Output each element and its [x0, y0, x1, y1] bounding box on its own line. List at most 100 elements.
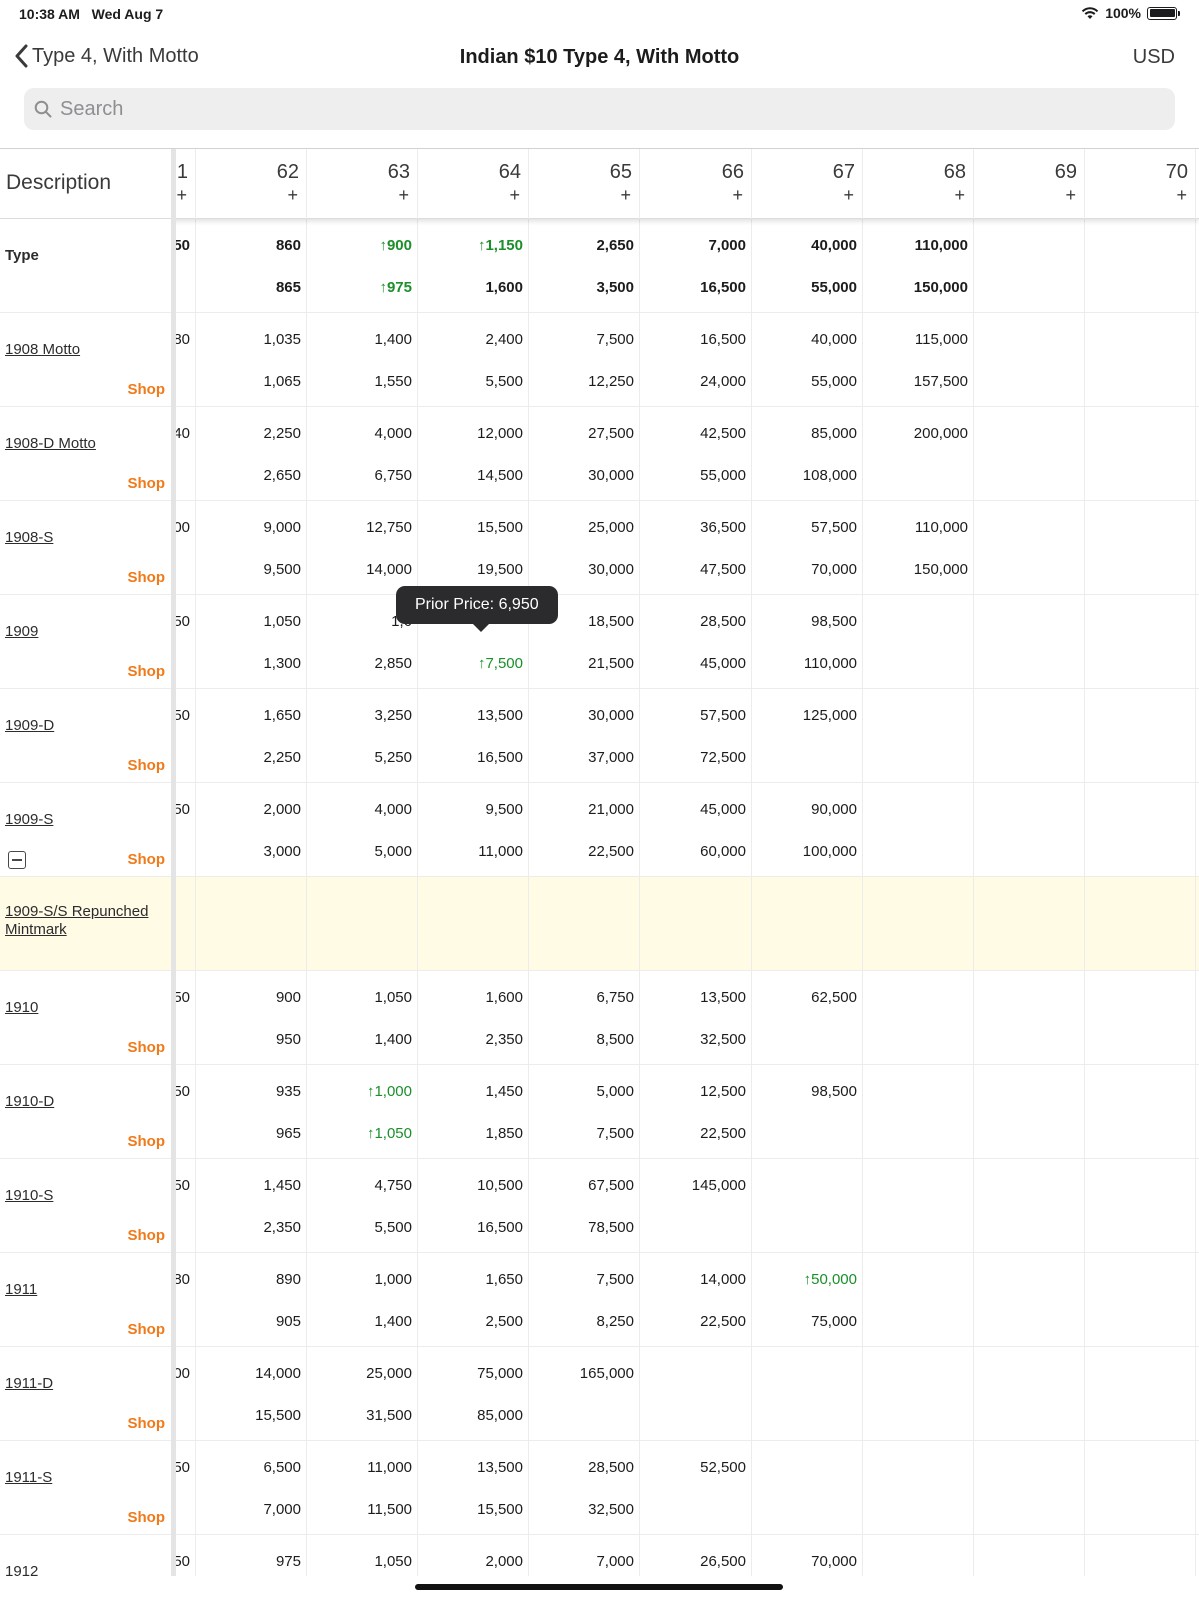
price-cell[interactable]: 890 905 — [196, 1253, 307, 1347]
price-cell[interactable] — [1085, 1253, 1196, 1347]
coin-variety-link[interactable]: 1909-D — [5, 717, 170, 735]
add-grade-button[interactable]: + — [732, 185, 743, 206]
price-cell[interactable] — [974, 313, 1085, 407]
price-value-high[interactable]: 45,000 — [700, 655, 746, 672]
price-cell[interactable] — [863, 971, 974, 1065]
shop-link[interactable]: Shop — [128, 1227, 166, 1244]
price-value-high[interactable]: 32,500 — [588, 1501, 634, 1518]
price-value-low[interactable]: 7,000 — [596, 1553, 634, 1570]
price-cell[interactable]: 1,050 1,300 — [196, 595, 307, 689]
price-cell[interactable]: 5,000 7,500 — [529, 1065, 640, 1159]
price-cell[interactable]: 52,500 — [640, 1441, 752, 1535]
price-value-low[interactable]: 12,750 — [366, 519, 412, 536]
price-cell[interactable]: 975 — [196, 1535, 307, 1576]
price-value-low[interactable]: 4,750 — [374, 1177, 412, 1194]
price-cell[interactable] — [863, 1159, 974, 1253]
price-value-high[interactable]: 85,000 — [477, 1407, 523, 1424]
price-value-high[interactable]: 19,500 — [477, 561, 523, 578]
price-value-low[interactable]: 145,000 — [692, 1177, 746, 1194]
price-value-high[interactable]: ↑975 — [379, 279, 412, 296]
price-value-high[interactable]: 37,000 — [588, 749, 634, 766]
price-value-low[interactable]: 900 — [276, 989, 301, 1006]
price-value-high[interactable]: 55,000 — [811, 279, 857, 296]
price-cell[interactable]: 4,000 6,750 — [307, 407, 418, 501]
price-value-low[interactable]: 28,500 — [588, 1459, 634, 1476]
price-value-low[interactable]: 2,250 — [263, 425, 301, 442]
price-value-high[interactable]: 11,500 — [367, 1501, 412, 1518]
price-value-low[interactable]: 125,000 — [803, 707, 857, 724]
price-value-low[interactable]: 40,000 — [811, 331, 857, 348]
price-cell[interactable]: 42,500 55,000 — [640, 407, 752, 501]
price-value-low[interactable]: 57,500 — [700, 707, 746, 724]
price-value-low[interactable]: 7,000 — [708, 237, 746, 254]
price-value-high[interactable]: 3,000 — [263, 843, 301, 860]
price-cell[interactable]: 165,000 — [529, 1347, 640, 1441]
price-cell[interactable]: 4,000 5,000 — [307, 783, 418, 877]
price-cell[interactable]: 28,500 45,000 — [640, 595, 752, 689]
price-value-high[interactable]: 2,350 — [485, 1031, 523, 1048]
price-cell[interactable] — [418, 877, 529, 971]
price-value-low[interactable]: 165,000 — [580, 1365, 634, 1382]
price-value-high[interactable]: 2,500 — [485, 1313, 523, 1330]
price-value-low[interactable]: 2,000 — [485, 1553, 523, 1570]
coin-variety-link[interactable]: 1910-S — [5, 1187, 170, 1205]
price-value-low[interactable]: 25,000 — [366, 1365, 412, 1382]
price-cell[interactable] — [863, 1253, 974, 1347]
price-value-low[interactable]: 1,050 — [374, 1553, 412, 1570]
price-cell[interactable] — [1085, 971, 1196, 1065]
price-cell[interactable]: 2,000 3,000 — [196, 783, 307, 877]
price-cell[interactable]: ↑1,150 1,600 — [418, 219, 529, 313]
price-cell[interactable]: 98,500 — [752, 1065, 863, 1159]
price-value-low[interactable]: 10,500 — [477, 1177, 523, 1194]
price-value-low[interactable]: 1,000 — [374, 1271, 412, 1288]
price-cell[interactable]: 12,750 14,000 — [307, 501, 418, 595]
price-value-low[interactable]: ↑50,000 — [804, 1271, 857, 1288]
price-value-high[interactable]: 2,250 — [263, 749, 301, 766]
price-value-high[interactable]: 865 — [276, 279, 301, 296]
price-value-high[interactable]: 110,000 — [804, 655, 857, 672]
price-value-low[interactable]: 16,500 — [700, 331, 746, 348]
price-value-high[interactable]: 1,550 — [374, 373, 412, 390]
price-cell[interactable] — [196, 877, 307, 971]
shop-link[interactable]: Shop — [128, 1039, 166, 1056]
collapse-icon[interactable] — [8, 851, 26, 869]
price-cell[interactable]: 200,000 — [863, 407, 974, 501]
price-cell[interactable] — [1085, 1441, 1196, 1535]
price-value-high[interactable]: 60,000 — [700, 843, 746, 860]
price-cell[interactable] — [1085, 1065, 1196, 1159]
price-value-low[interactable]: 98,500 — [811, 1083, 857, 1100]
price-value-high[interactable]: 55,000 — [811, 373, 857, 390]
price-value-high[interactable]: 30,000 — [588, 467, 634, 484]
price-value-low[interactable]: 2,000 — [263, 801, 301, 818]
price-value-low[interactable]: 40,000 — [811, 237, 857, 254]
price-value-low[interactable]: 1,035 — [263, 331, 301, 348]
price-cell[interactable]: 70,000 — [752, 1535, 863, 1576]
price-cell[interactable]: 16,500 24,000 — [640, 313, 752, 407]
price-cell[interactable] — [863, 689, 974, 783]
price-value-high[interactable]: 8,250 — [596, 1313, 634, 1330]
price-cell[interactable]: 36,500 47,500 — [640, 501, 752, 595]
coin-variety-link[interactable]: 1909-S/S Repunched Mintmark — [5, 903, 170, 939]
price-value-low[interactable]: ↑900 — [379, 237, 412, 254]
price-cell[interactable]: 1,450 2,350 — [196, 1159, 307, 1253]
price-value-high[interactable]: 14,500 — [477, 467, 523, 484]
shop-link[interactable]: Shop — [128, 381, 166, 398]
coin-variety-link[interactable]: 1911 — [5, 1281, 170, 1299]
price-value-high[interactable]: 11,000 — [478, 843, 523, 860]
price-cell[interactable] — [974, 1441, 1085, 1535]
price-value-low[interactable]: 2,400 — [485, 331, 523, 348]
price-cell[interactable]: 935 965 — [196, 1065, 307, 1159]
price-cell[interactable] — [974, 1535, 1085, 1576]
price-value-low[interactable]: 1,650 — [263, 707, 301, 724]
price-value-low[interactable]: 13,500 — [700, 989, 746, 1006]
price-cell[interactable]: 10,500 16,500 — [418, 1159, 529, 1253]
price-cell[interactable] — [640, 1347, 752, 1441]
price-cell[interactable] — [1085, 783, 1196, 877]
price-cell[interactable] — [529, 877, 640, 971]
price-value-low[interactable]: 6,750 — [596, 989, 634, 1006]
price-value-low[interactable]: 9,500 — [485, 801, 523, 818]
price-cell[interactable]: 85,000 108,000 — [752, 407, 863, 501]
price-cell[interactable]: 98,500 110,000 — [752, 595, 863, 689]
price-cell[interactable]: 13,500 32,500 — [640, 971, 752, 1065]
price-cell[interactable]: 2,000 — [418, 1535, 529, 1576]
